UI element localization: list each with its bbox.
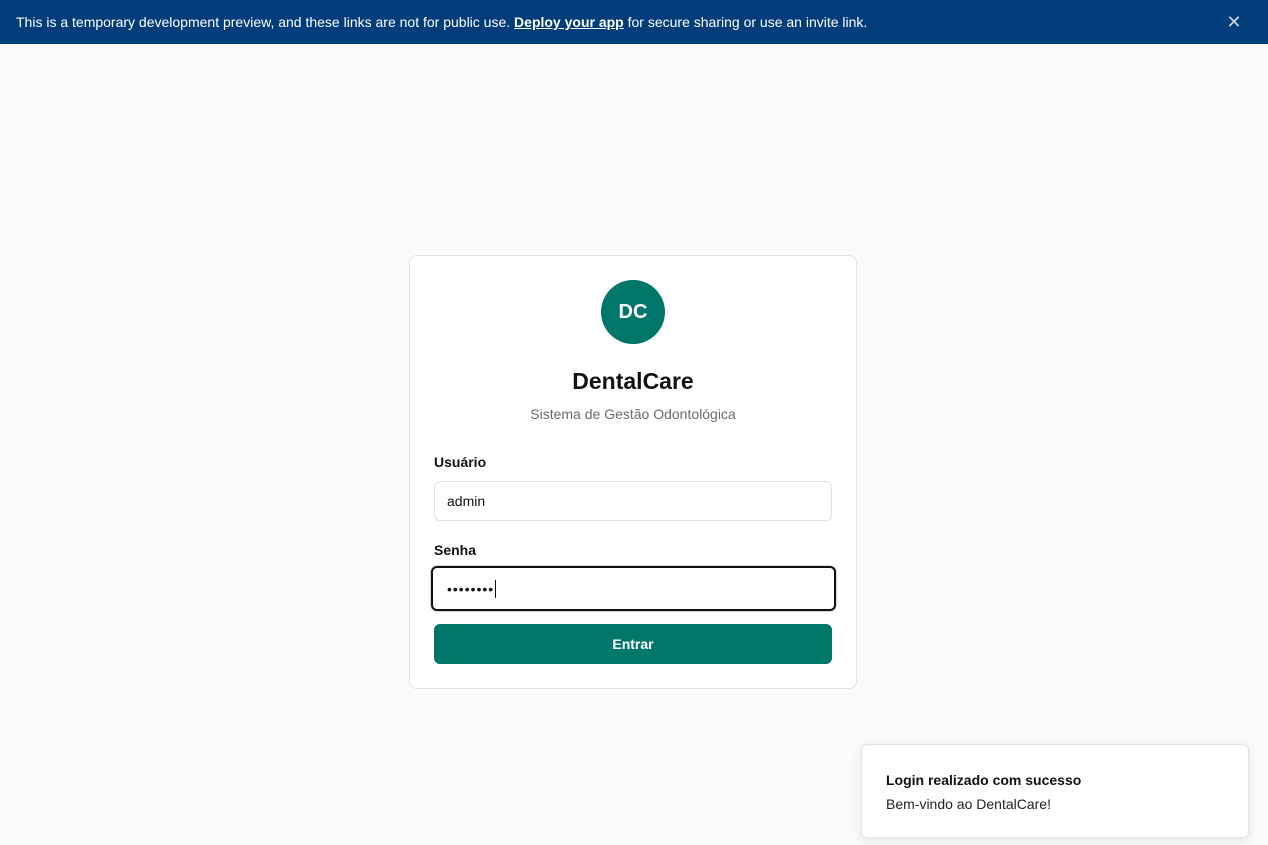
close-icon[interactable]: ✕ (1224, 12, 1244, 32)
app-subtitle: Sistema de Gestão Odontológica (530, 406, 736, 422)
username-value: admin (447, 493, 486, 509)
banner-text-after: for secure sharing or use an invite link… (627, 14, 868, 30)
toast-title: Login realizado com sucesso (886, 772, 1082, 788)
username-field[interactable]: admin (434, 481, 832, 521)
login-button[interactable]: Entrar (434, 624, 832, 664)
username-label: Usuário (434, 454, 487, 470)
password-value: •••••••• (447, 580, 495, 597)
banner-text: This is a temporary development preview,… (16, 14, 511, 30)
password-label: Senha (434, 542, 477, 558)
logo-avatar: DC (601, 280, 665, 344)
text-caret (495, 579, 497, 598)
toast-description: Bem-vindo ao DentalCare! (886, 796, 1051, 812)
preview-banner: This is a temporary development preview,… (0, 0, 1268, 44)
login-card: DC DentalCare Sistema de Gestão Odontoló… (409, 255, 857, 689)
app-title: DentalCare (572, 368, 694, 394)
success-toast[interactable]: Login realizado com sucesso Bem-vindo ao… (861, 744, 1249, 838)
password-field[interactable]: •••••••• (431, 566, 836, 611)
deploy-app-link[interactable]: Deploy your app (514, 14, 624, 30)
